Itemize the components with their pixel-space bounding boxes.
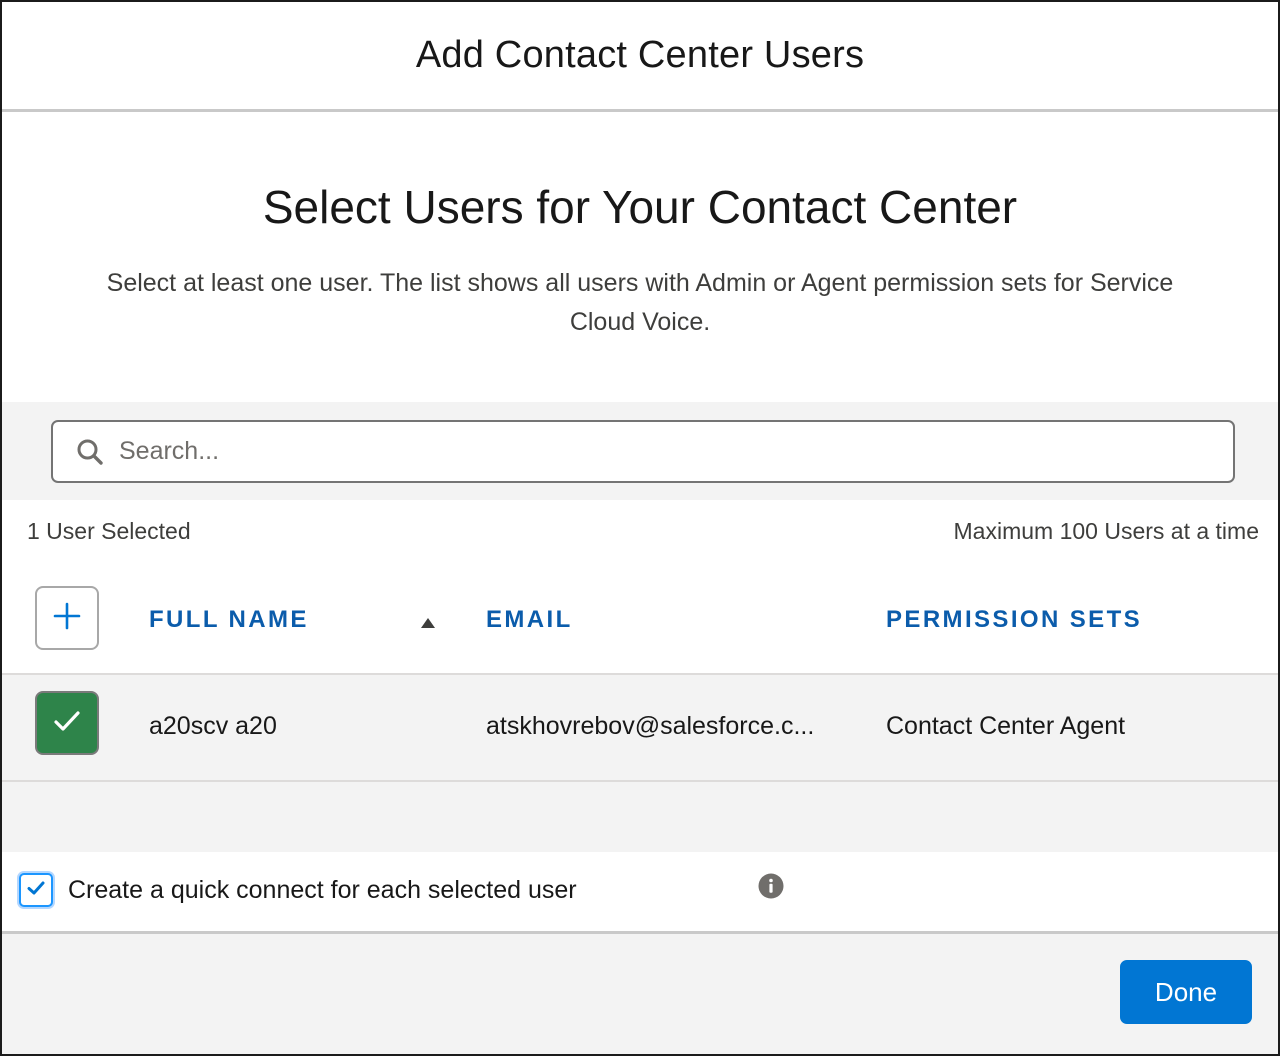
search-icon bbox=[75, 437, 105, 467]
section-title: Select Users for Your Contact Center bbox=[262, 181, 1018, 233]
table-empty-area bbox=[2, 782, 1278, 852]
modal-title: Add Contact Center Users bbox=[415, 34, 865, 76]
table-header: Full Name Email Permission Sets bbox=[2, 572, 1278, 675]
select-all-button[interactable] bbox=[35, 586, 99, 650]
row-select-checkbox[interactable] bbox=[35, 691, 99, 755]
column-header-permission-sets[interactable]: Permission Sets bbox=[886, 606, 1142, 634]
checkmark-icon bbox=[52, 709, 82, 738]
add-users-modal: Add Contact Center Users Select Users fo… bbox=[0, 0, 1280, 1056]
done-button[interactable]: Done bbox=[1120, 960, 1252, 1024]
search-box[interactable] bbox=[51, 420, 1235, 483]
column-header-email[interactable]: Email bbox=[486, 606, 573, 634]
search-band bbox=[2, 402, 1278, 500]
table-row: a20scv a20 atskhovrebov@salesforce.c... … bbox=[2, 675, 1278, 782]
modal-header: Add Contact Center Users bbox=[2, 2, 1278, 112]
column-header-full-name[interactable]: Full Name bbox=[149, 606, 309, 634]
sort-ascending-icon[interactable] bbox=[420, 616, 436, 628]
plus-icon bbox=[53, 602, 81, 635]
cell-permission-sets: Contact Center Agent bbox=[886, 712, 1126, 740]
section-description: Select at least one user. The list shows… bbox=[106, 269, 1174, 336]
search-input[interactable] bbox=[119, 422, 1233, 481]
checkmark-icon bbox=[26, 880, 46, 901]
quick-connect-checkbox[interactable] bbox=[19, 873, 53, 907]
cell-full-name: a20scv a20 bbox=[149, 712, 277, 740]
quick-connect-label[interactable]: Create a quick connect for each selected… bbox=[68, 876, 577, 905]
selection-info-row: 1 User Selected Maximum 100 Users at a t… bbox=[2, 514, 1278, 550]
selected-count: 1 User Selected bbox=[27, 518, 191, 544]
info-icon[interactable] bbox=[758, 873, 784, 899]
cell-email: atskhovrebov@salesforce.c... bbox=[486, 712, 815, 740]
max-users-note: Maximum 100 Users at a time bbox=[953, 518, 1259, 544]
modal-footer: Done bbox=[2, 934, 1278, 1054]
quick-connect-row: Create a quick connect for each selected… bbox=[2, 852, 1278, 934]
